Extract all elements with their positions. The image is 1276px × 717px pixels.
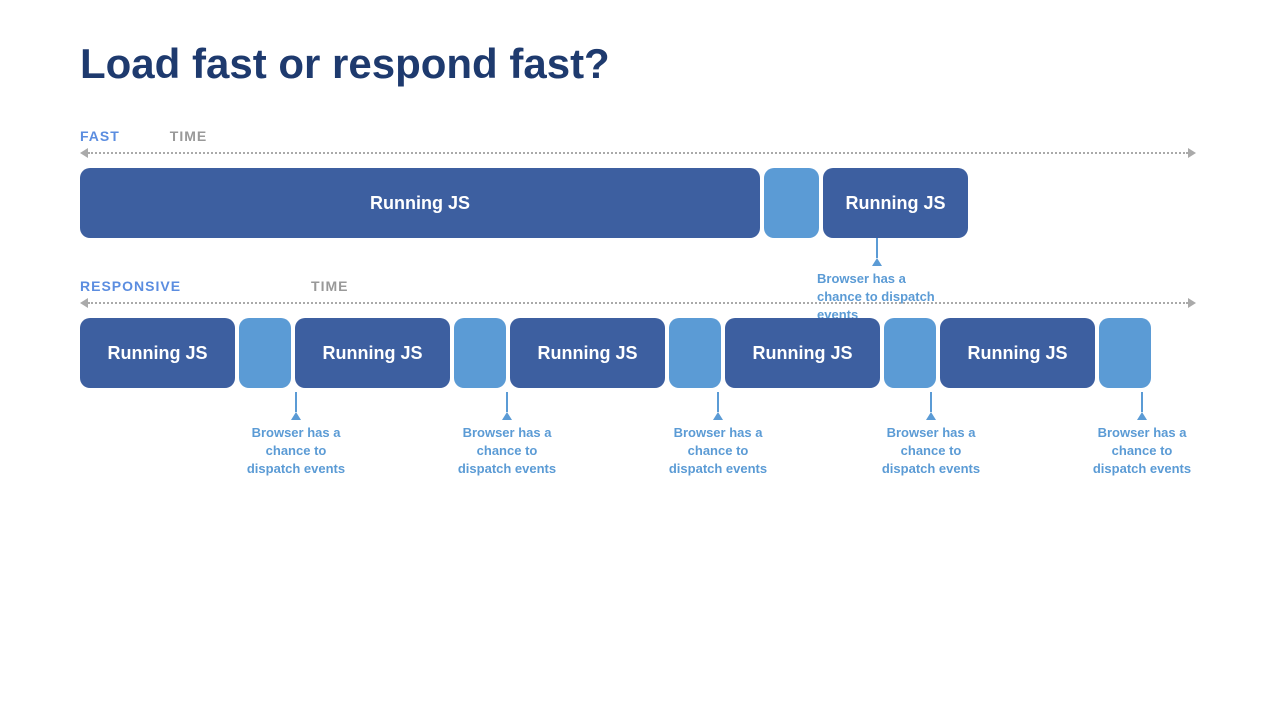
page-title: Load fast or respond fast? — [80, 40, 1196, 88]
resp-js-1: Running JS — [80, 318, 235, 388]
fast-js-block-2: Running JS — [823, 168, 968, 238]
resp-small-2 — [454, 318, 506, 388]
responsive-section: RESPONSIVE TIME Running JS Running JS Ru… — [80, 278, 1196, 472]
fast-annotation-line — [876, 238, 878, 258]
fast-js-block-1: Running JS — [80, 168, 760, 238]
fast-js-block-small — [764, 168, 819, 238]
resp-small-1 — [239, 318, 291, 388]
resp-js-3-label: Running JS — [538, 343, 638, 364]
resp-header-row: RESPONSIVE TIME — [80, 278, 1196, 294]
fast-blocks-row: Running JS Running JS — [80, 168, 968, 238]
resp-arrow-left — [80, 298, 88, 308]
resp-blocks-wrapper: Running JS Running JS Running JS Running… — [80, 318, 1196, 388]
resp-anno-3: Browser has a chance to dispatch events — [663, 392, 773, 479]
resp-blocks-row: Running JS Running JS Running JS Running… — [80, 318, 1196, 388]
fast-section: FAST TIME Running JS Running JS — [80, 128, 1196, 238]
resp-arrow-row — [80, 298, 1196, 308]
resp-js-2: Running JS — [295, 318, 450, 388]
resp-small-4 — [884, 318, 936, 388]
resp-annotations-row: Browser has a chance to dispatch events … — [80, 392, 1196, 472]
resp-arrow-right — [1188, 298, 1196, 308]
resp-anno-1-text: Browser has a chance to dispatch events — [241, 424, 351, 479]
resp-small-5 — [1099, 318, 1151, 388]
resp-time-label: TIME — [311, 278, 348, 294]
resp-anno-1: Browser has a chance to dispatch events — [241, 392, 351, 479]
fast-arrow-right — [1188, 148, 1196, 158]
responsive-label: RESPONSIVE — [80, 278, 181, 294]
resp-anno-3-text: Browser has a chance to dispatch events — [663, 424, 773, 479]
fast-arrow-line — [88, 152, 1188, 154]
resp-js-3: Running JS — [510, 318, 665, 388]
fast-time-label: TIME — [170, 128, 207, 144]
fast-arrow-row — [80, 148, 1196, 158]
resp-js-1-label: Running JS — [108, 343, 208, 364]
resp-anno-5: Browser has a chance to dispatch events — [1087, 392, 1197, 479]
page-container: Load fast or respond fast? FAST TIME Run… — [0, 0, 1276, 512]
fast-annotation-text: Browser has a chance to dispatch events — [817, 270, 937, 325]
fast-label: FAST — [80, 128, 120, 144]
resp-js-5-label: Running JS — [968, 343, 1068, 364]
resp-anno-4: Browser has a chance to dispatch events — [876, 392, 986, 479]
resp-small-3 — [669, 318, 721, 388]
fast-annotation-arrow — [872, 258, 882, 266]
fast-header-row: FAST TIME — [80, 128, 1196, 144]
resp-anno-5-text: Browser has a chance to dispatch events — [1087, 424, 1197, 479]
resp-js-2-label: Running JS — [323, 343, 423, 364]
fast-annotation: Browser has a chance to dispatch events — [817, 238, 937, 325]
resp-js-5: Running JS — [940, 318, 1095, 388]
resp-anno-2-text: Browser has a chance to dispatch events — [452, 424, 562, 479]
resp-anno-2: Browser has a chance to dispatch events — [452, 392, 562, 479]
resp-js-4-label: Running JS — [753, 343, 853, 364]
fast-arrow-left — [80, 148, 88, 158]
resp-arrow-line — [88, 302, 1188, 304]
resp-js-4: Running JS — [725, 318, 880, 388]
resp-anno-4-text: Browser has a chance to dispatch events — [876, 424, 986, 479]
